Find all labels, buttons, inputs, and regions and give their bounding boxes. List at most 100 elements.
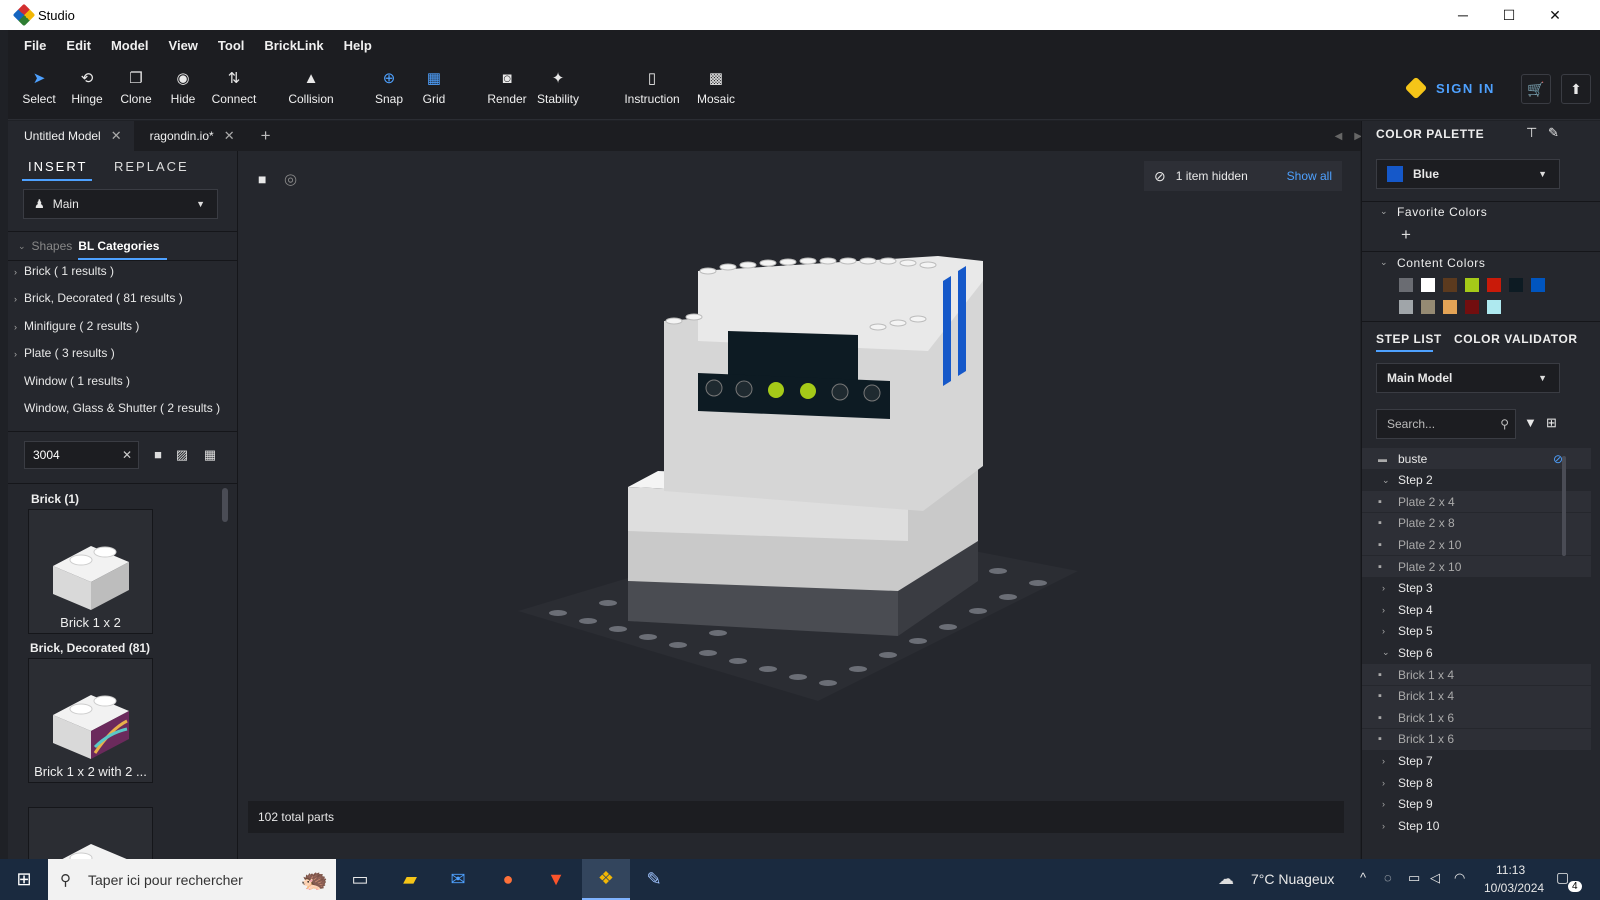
tab-ragondin[interactable]: ragondin.io* ✕ (134, 121, 247, 151)
shapes-toggle[interactable]: Shapes (32, 239, 73, 253)
category-window[interactable]: Window ( 1 results ) (24, 374, 130, 388)
step-part-row[interactable]: ▪ Plate 2 x 10 (1362, 556, 1591, 577)
menu-file[interactable]: File (24, 38, 46, 53)
bl-categories-toggle[interactable]: BL Categories (78, 232, 168, 260)
step-part-row[interactable]: ▪ Plate 2 x 10 (1362, 534, 1591, 556)
category-window-glass[interactable]: Window, Glass & Shutter ( 2 results ) (24, 401, 220, 415)
studio-taskbar-button[interactable]: ❖ (582, 859, 630, 900)
tab-replace[interactable]: REPLACE (114, 159, 189, 174)
notification-icon[interactable]: ▢ (1556, 869, 1569, 886)
orbit-icon[interactable]: ◎ (284, 170, 297, 188)
step-row[interactable]: › Step 10 (1362, 815, 1591, 836)
instruction-tool-button[interactable]: ▯ Instruction (622, 68, 682, 106)
grid-tool-button[interactable]: ▦ Grid (404, 68, 464, 106)
volume-icon[interactable]: ◁ (1430, 870, 1440, 886)
category-plate[interactable]: › Plate ( 3 results ) (14, 346, 115, 360)
meet-now-icon[interactable]: ◌ (1384, 870, 1392, 885)
menu-view[interactable]: View (169, 38, 198, 53)
step-row[interactable]: › Step 9 (1362, 794, 1591, 815)
step-part-row[interactable]: ▪ Brick 1 x 6 (1362, 728, 1591, 750)
step-part-row[interactable]: ▪ Plate 2 x 4 (1362, 491, 1591, 513)
view-grid-icon[interactable]: ▦ (202, 447, 218, 463)
sign-in-button[interactable]: SIGN IN (1404, 76, 1495, 100)
close-window-button[interactable]: ✕ (1532, 0, 1578, 30)
tab-insert[interactable]: INSERT (28, 159, 87, 174)
connect-tool-button[interactable]: ⇅ Connect (204, 68, 264, 106)
color-swatch[interactable] (1465, 278, 1479, 292)
camera-icon[interactable]: ■ (258, 171, 266, 187)
menu-tool[interactable]: Tool (218, 38, 244, 53)
step-part-row[interactable]: ▪ Brick 1 x 4 (1362, 664, 1591, 685)
color-swatch[interactable] (1531, 278, 1545, 292)
color-swatch[interactable] (1399, 300, 1413, 314)
color-swatch[interactable] (1487, 278, 1501, 292)
weather-text[interactable]: 7°C Nuageux (1251, 871, 1334, 887)
step-part-row[interactable]: ▪ Brick 1 x 4 (1362, 685, 1591, 707)
cart-button[interactable]: 🛒 (1521, 74, 1551, 104)
step-row[interactable]: › Step 4 (1362, 599, 1591, 620)
model-select-dropdown[interactable]: Main Model ▼ (1376, 363, 1560, 393)
category-minifigure[interactable]: › Minifigure ( 2 results ) (14, 319, 139, 333)
task-view-button[interactable]: ▭ (336, 859, 384, 900)
weather-cloud-icon[interactable]: ☁ (1218, 869, 1234, 889)
paint-roller-icon[interactable]: ⊤ (1526, 125, 1537, 141)
chevron-down-icon[interactable]: ⌄ (1380, 206, 1388, 217)
palette-dropdown[interactable]: ♟ Main ▼ (23, 189, 218, 219)
add-favorite-icon[interactable]: + (1401, 225, 1411, 245)
mail-button[interactable]: ✉ (434, 859, 482, 900)
chevron-down-icon[interactable]: ⌄ (1380, 257, 1388, 268)
color-select-dropdown[interactable]: Blue ▼ (1376, 159, 1560, 189)
menu-bricklink[interactable]: BrickLink (264, 38, 323, 53)
wifi-icon[interactable]: ◠ (1454, 870, 1465, 886)
file-explorer-button[interactable]: ▰ (386, 859, 434, 900)
step-row[interactable]: › Step 7 (1362, 750, 1591, 771)
upload-button[interactable]: ⬆ (1561, 74, 1591, 104)
filter-icon[interactable]: ▼ (1524, 415, 1537, 430)
color-swatch[interactable] (1487, 300, 1501, 314)
chevron-up-icon[interactable]: ^ (1360, 870, 1366, 885)
collision-tool-button[interactable]: ▲ Collision (281, 68, 341, 106)
close-tab-icon[interactable]: ✕ (224, 128, 235, 144)
tab-color-validator[interactable]: COLOR VALIDATOR (1454, 332, 1578, 346)
clock-time[interactable]: 11:13 (1496, 863, 1525, 877)
maximize-button[interactable]: ☐ (1486, 0, 1532, 30)
category-brick[interactable]: › Brick ( 1 results ) (14, 264, 114, 278)
step-row[interactable]: › Step 5 (1362, 621, 1591, 642)
stability-tool-button[interactable]: ✦ Stability (528, 68, 588, 106)
color-swatch[interactable] (1421, 300, 1435, 314)
part-card-brick-decorated[interactable]: Brick 1 x 2 with 2 ... (28, 658, 153, 783)
step-row[interactable]: ⌄ Step 6 (1362, 642, 1591, 663)
step-row[interactable]: › Step 8 (1362, 772, 1591, 793)
step-list-scrollbar[interactable] (1562, 456, 1566, 556)
step-part-row[interactable]: ▪ Plate 2 x 8 (1362, 512, 1591, 534)
paint-button[interactable]: ✎ (630, 859, 678, 900)
step-row[interactable]: › Step 3 (1362, 578, 1591, 599)
color-swatch[interactable] (1509, 278, 1523, 292)
step-row[interactable]: ⌄ Step 2 (1362, 470, 1591, 491)
part-card-next[interactable] (28, 807, 153, 859)
3d-viewport[interactable]: ■ ◎ ⊘ 1 item hidden Show all 102 total p… (238, 151, 1360, 859)
color-swatch[interactable] (1443, 278, 1457, 292)
clock-date[interactable]: 10/03/2024 (1484, 881, 1544, 895)
part-card-brick-1x2[interactable]: Brick 1 x 2 (28, 509, 153, 634)
step-part-row[interactable]: ▪ Brick 1 x 6 (1362, 707, 1591, 729)
clear-search-icon[interactable]: ✕ (122, 448, 132, 462)
color-swatch[interactable] (1421, 278, 1435, 292)
step-folder-row[interactable]: ▬ buste ⊘ (1362, 448, 1591, 469)
parts-scrollbar[interactable] (222, 488, 228, 522)
show-all-link[interactable]: Show all (1287, 169, 1332, 183)
color-swatch[interactable] (1465, 300, 1479, 314)
view-image-icon[interactable]: ▨ (174, 447, 190, 463)
firefox-button[interactable]: ● (484, 859, 532, 900)
view-single-icon[interactable]: ■ (150, 447, 166, 463)
menu-edit[interactable]: Edit (66, 38, 91, 53)
brave-button[interactable]: ▼ (532, 859, 580, 900)
menu-help[interactable]: Help (344, 38, 372, 53)
taskbar-search-input[interactable]: ⚲ Taper ici pour rechercher 🦔 (48, 859, 336, 900)
part-search-input[interactable]: 3004 ✕ (24, 441, 139, 469)
battery-icon[interactable]: ▭ (1408, 870, 1420, 886)
mosaic-tool-button[interactable]: ▩ Mosaic (686, 68, 746, 106)
tab-untitled-model[interactable]: Untitled Model ✕ (8, 121, 134, 151)
tab-step-list[interactable]: STEP LIST (1376, 332, 1442, 346)
minimize-button[interactable]: ─ (1440, 0, 1486, 30)
